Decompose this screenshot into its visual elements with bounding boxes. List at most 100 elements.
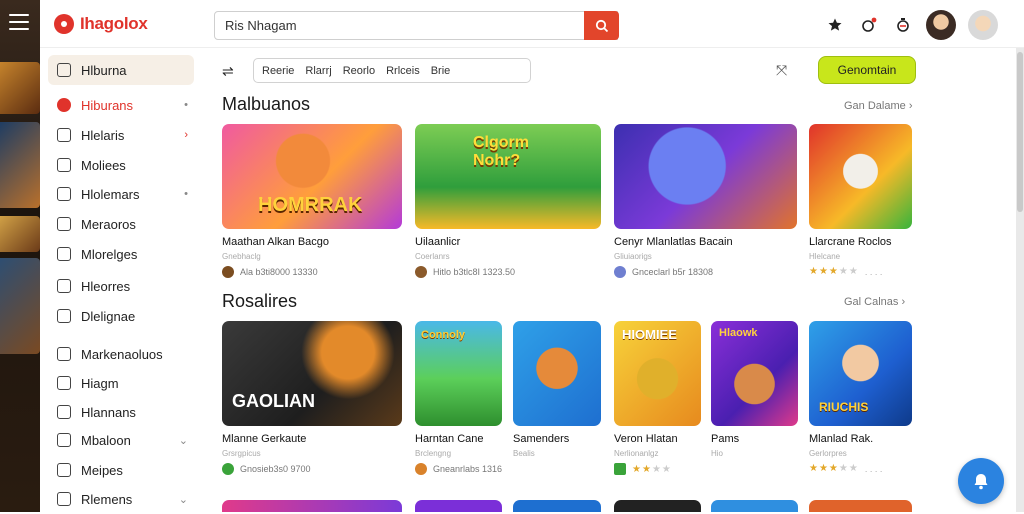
sidebar-item[interactable]: Markenaoluos	[48, 339, 194, 369]
poster-image	[0, 258, 40, 354]
card-subtitle: Bealis	[513, 449, 535, 458]
game-card[interactable]: Connoly Harntan Cane Brclengng Gneanrlab…	[415, 321, 502, 475]
filter-icon[interactable]: ⇌	[222, 63, 234, 80]
sidebar-item[interactable]: Hleorres	[48, 271, 194, 301]
card-title: Samenders	[513, 433, 570, 445]
filter-chip[interactable]: Reerie	[262, 65, 294, 77]
card-subtitle: Nerlionanlgz	[614, 449, 659, 458]
sidebar-item-label: Hiagm	[81, 375, 119, 391]
thumbnail-text: RIUCHIS	[819, 400, 869, 414]
game-thumbnail[interactable]	[809, 500, 912, 512]
sidebar-item-label: Dlelignae	[81, 308, 136, 324]
timer-icon[interactable]	[892, 11, 914, 39]
sidebar-item-label: Markenaoluos	[81, 346, 163, 362]
sidebar-item[interactable]: Mlorelges	[48, 239, 194, 269]
game-thumbnail[interactable]	[513, 500, 601, 512]
sidebar: Hlburna Hiburans • Hlelaris › Moliees Hl…	[40, 48, 202, 512]
app-logo[interactable]: Ihagolox	[54, 14, 148, 34]
filter-bar: ⇌ Reerie Rlarrj Reorlo Rrlceis Brie ⤧ Ge…	[218, 56, 918, 86]
game-thumbnail[interactable]	[415, 500, 502, 512]
chevron-down-icon[interactable]: ⌄	[179, 434, 188, 447]
sidebar-item[interactable]: Dlelignae	[48, 301, 194, 331]
leaf-icon	[614, 463, 626, 475]
game-card[interactable]: Llarcrane Roclos Hlelcane ★★★★★. . . .	[809, 124, 912, 277]
game-card[interactable]: RIUCHIS Mlanlad Rak. Gerlorpres ★★★★★. .…	[809, 321, 912, 474]
game-card[interactable]: Clgorm Nohr? Uilaanlicr Coerlanrs Hitlo …	[415, 124, 601, 278]
game-card[interactable]: Samenders Bealis	[513, 321, 601, 458]
notification-icon[interactable]	[858, 11, 880, 39]
card-subtitle: Gerlorpres	[809, 449, 847, 458]
poster-image	[0, 62, 40, 114]
card-subtitle: Hio	[711, 449, 724, 458]
card-subtitle: Brclengng	[415, 449, 452, 458]
sidebar-item[interactable]: Mbaloon ⌄	[48, 425, 194, 455]
card-meta: Gnosieb3s0 9700	[222, 463, 402, 475]
sidebar-item[interactable]: Hlannans	[48, 397, 194, 427]
user-avatar[interactable]	[926, 10, 956, 40]
scrollbar[interactable]	[1016, 48, 1024, 512]
sidebar-item[interactable]: Meipes	[48, 455, 194, 485]
game-thumbnail	[614, 124, 797, 229]
sidebar-item[interactable]: Hiagm	[48, 368, 194, 398]
profile-avatar[interactable]	[968, 10, 998, 40]
game-thumbnail[interactable]	[222, 500, 402, 512]
game-thumbnail: HOMRRAK	[222, 124, 402, 229]
game-card[interactable]: GAOLIAN Mlanne Gerkaute Grsrgpicus Gnosi…	[222, 321, 402, 475]
search-input[interactable]	[214, 11, 618, 40]
game-card[interactable]: HOMRRAK Maathan Alkan Bacgo Gnebhaclg Al…	[222, 124, 402, 278]
see-all-link[interactable]: Gal Calnas ›	[844, 296, 905, 308]
help-icon	[57, 492, 71, 506]
sidebar-item[interactable]: Rlemens ⌄	[48, 484, 194, 514]
thumbnail-text: Connoly	[421, 329, 465, 341]
sidebar-item-label: Meraoros	[81, 216, 136, 232]
expand-icon[interactable]: ⤧	[776, 62, 787, 79]
sidebar-item-label: Hlelaris	[81, 127, 125, 143]
filter-chip[interactable]: Rrlceis	[386, 65, 420, 77]
calendar-icon	[57, 217, 71, 231]
sidebar-item[interactable]: Meraoros	[48, 209, 194, 239]
clock-icon	[57, 187, 71, 201]
sidebar-item-label: Hiburans	[81, 97, 134, 113]
section-title: Rosalires	[222, 291, 298, 311]
sidebar-item[interactable]: Moliees	[48, 150, 194, 180]
sidebar-item[interactable]: Hiburans •	[48, 90, 194, 120]
game-card[interactable]: HIOMIEE Veron Hlatan Nerlionanlgz ★★★★	[614, 321, 701, 475]
game-thumbnail: GAOLIAN	[222, 321, 402, 426]
home-icon	[57, 63, 71, 77]
sidebar-item-label: Hlburna	[81, 62, 127, 78]
card-meta: Hitlo b3tlc8I 1323.50	[415, 266, 601, 278]
bell-icon	[974, 474, 988, 490]
filter-chip[interactable]: Rlarrj	[305, 65, 331, 77]
game-thumbnail[interactable]	[711, 500, 798, 512]
game-thumbnail	[513, 321, 601, 426]
star-icon[interactable]	[824, 11, 846, 39]
filter-chip[interactable]: Reorlo	[343, 65, 375, 77]
sidebar-item[interactable]: Hlelaris ›	[48, 120, 194, 150]
game-thumbnail[interactable]	[614, 500, 701, 512]
bookmark-icon	[57, 247, 71, 261]
sidebar-item[interactable]: Hlburna	[48, 55, 194, 85]
game-card[interactable]: Hlaowk Pams Hio	[711, 321, 798, 458]
sidebar-item[interactable]: Hlolemars •	[48, 179, 194, 209]
see-all-link[interactable]: Gan Dalame ›	[844, 100, 913, 112]
publisher-icon	[415, 266, 427, 278]
search-button[interactable]	[584, 11, 619, 40]
card-title: Cenyr Mlanlatlas Bacain	[614, 236, 733, 248]
hamburger-menu-icon[interactable]	[9, 14, 29, 32]
sidebar-item-label: Hlolemars	[81, 186, 140, 202]
scrollbar-thumb[interactable]	[1017, 52, 1023, 212]
chevron-down-icon[interactable]: ⌄	[179, 493, 188, 506]
primary-action-button[interactable]: Genomtain	[818, 56, 916, 84]
sidebar-item-label: Mbaloon	[81, 432, 131, 448]
game-thumbnail: Clgorm Nohr?	[415, 124, 601, 229]
top-bar: Ihagolox	[40, 0, 1024, 48]
floating-action-button[interactable]	[958, 458, 1004, 504]
left-background-strip	[0, 0, 40, 512]
game-thumbnail: RIUCHIS	[809, 321, 912, 426]
search-icon	[595, 19, 608, 32]
filter-chip[interactable]: Brie	[431, 65, 451, 77]
user-icon	[57, 463, 71, 477]
card-meta: Gnceclarl b5r 18308	[614, 266, 797, 278]
logo-mark-icon	[54, 14, 74, 34]
game-card[interactable]: Cenyr Mlanlatlas Bacain Gliuiaorigs Gnce…	[614, 124, 797, 278]
